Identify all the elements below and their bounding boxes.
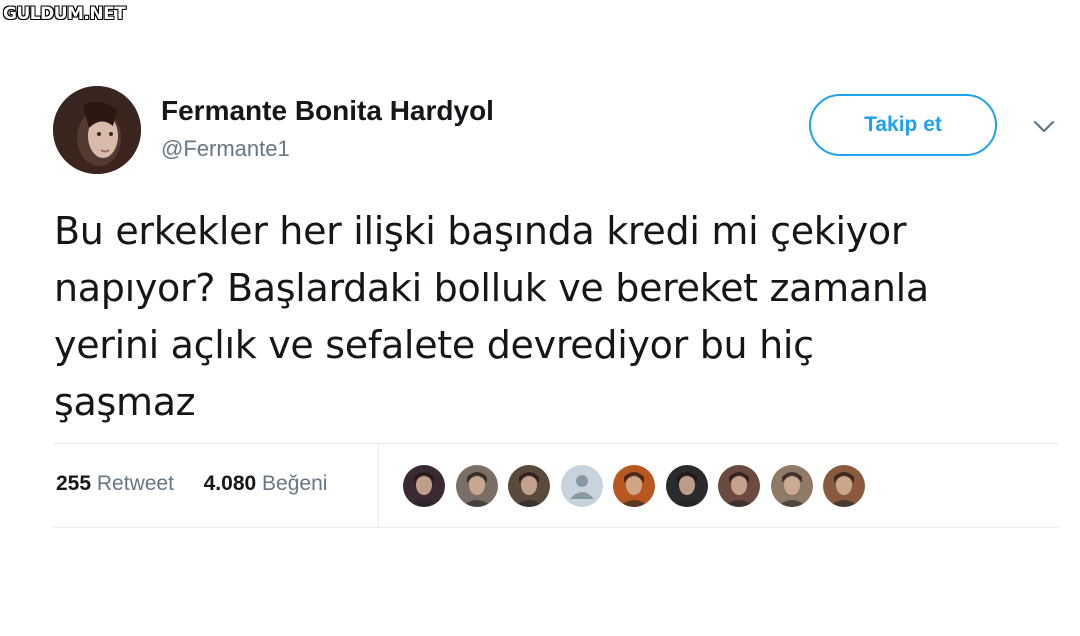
- tweet-text-line: Bu erkekler her ilişki başında kredi mi …: [54, 209, 907, 253]
- tweet-stats: 255 Retweet 4.080 Beğeni: [56, 472, 327, 496]
- man-cap-avatar-icon[interactable]: [455, 464, 499, 508]
- man-bearded-avatar-icon[interactable]: [507, 464, 551, 508]
- divider: [53, 443, 1059, 444]
- author-photo-icon: [53, 86, 141, 174]
- like-count: 4.080: [203, 472, 257, 495]
- author-name[interactable]: Fermante Bonita Hardyol: [161, 95, 494, 127]
- man-dark-avatar-icon[interactable]: [665, 464, 709, 508]
- tweet-text: Bu erkekler her ilişki başında kredi mi …: [54, 203, 1064, 431]
- man-tattoo-avatar-icon[interactable]: [717, 464, 761, 508]
- follow-button[interactable]: Takip et: [809, 94, 997, 156]
- divider: [53, 527, 1059, 528]
- author-handle[interactable]: @Fermante1: [161, 136, 290, 162]
- woman-beach-avatar-icon[interactable]: [770, 464, 814, 508]
- retweet-count: 255: [56, 472, 92, 495]
- chevron-down-icon[interactable]: [1032, 117, 1056, 137]
- like-stat[interactable]: 4.080 Beğeni: [204, 472, 328, 495]
- default-user-avatar-icon[interactable]: [560, 464, 604, 508]
- tweet-text-line: şaşmaz: [54, 380, 196, 424]
- divider: [378, 444, 379, 527]
- like-label: Beğeni: [262, 472, 328, 495]
- woman-red-hair-avatar-icon[interactable]: [612, 464, 656, 508]
- retweet-stat[interactable]: 255 Retweet: [56, 472, 180, 495]
- watermark-logo: GULDUM.NET: [3, 4, 126, 24]
- woman-dark-hair-avatar-icon[interactable]: [402, 464, 446, 508]
- retweet-label: Retweet: [96, 472, 174, 495]
- woman-brown-hair-avatar-icon[interactable]: [822, 464, 866, 508]
- tweet-text-line: napıyor? Başlardaki bolluk ve bereket za…: [54, 266, 929, 310]
- tweet-text-line: yerini açlık ve sefalete devrediyor bu h…: [54, 323, 814, 367]
- author-avatar[interactable]: [53, 86, 141, 174]
